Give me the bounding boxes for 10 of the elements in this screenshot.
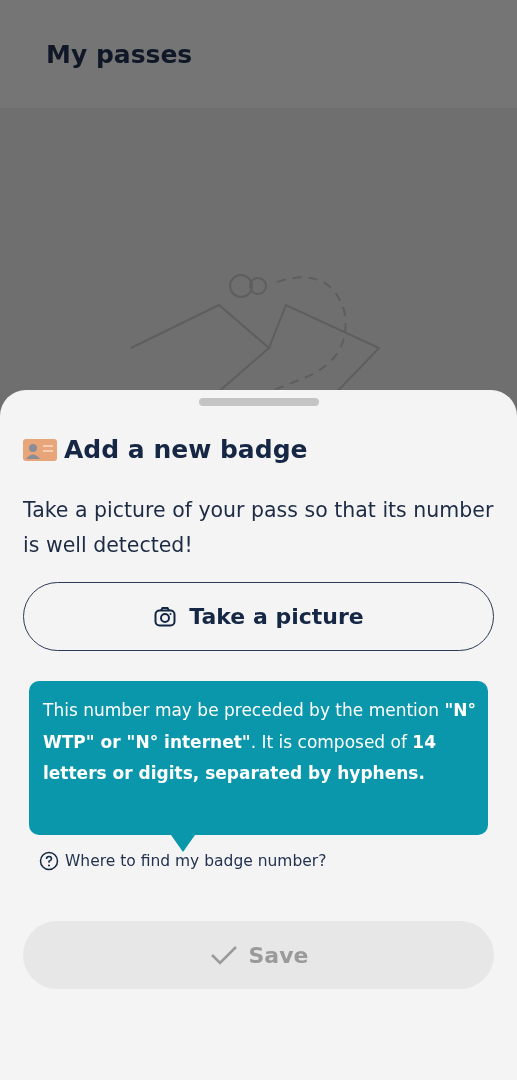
camera-icon	[153, 604, 178, 629]
page-title: My passes	[46, 39, 193, 69]
help-icon	[39, 851, 59, 871]
sheet-handle[interactable]	[198, 398, 319, 406]
intro-text: Take a picture of your pass so that its number is well detected!	[23, 497, 494, 559]
checkmark-icon	[208, 943, 239, 967]
id-card-icon	[23, 437, 57, 462]
help-link[interactable]: Where to find my badge number?	[39, 851, 327, 871]
sheet-title: Add a new badge	[64, 435, 308, 464]
tooltip-text: This number may be preceded by the mention "N° WTP" or "N° internet". It is composed of 14 letters or digits, separated by hyphens.	[43, 699, 478, 785]
